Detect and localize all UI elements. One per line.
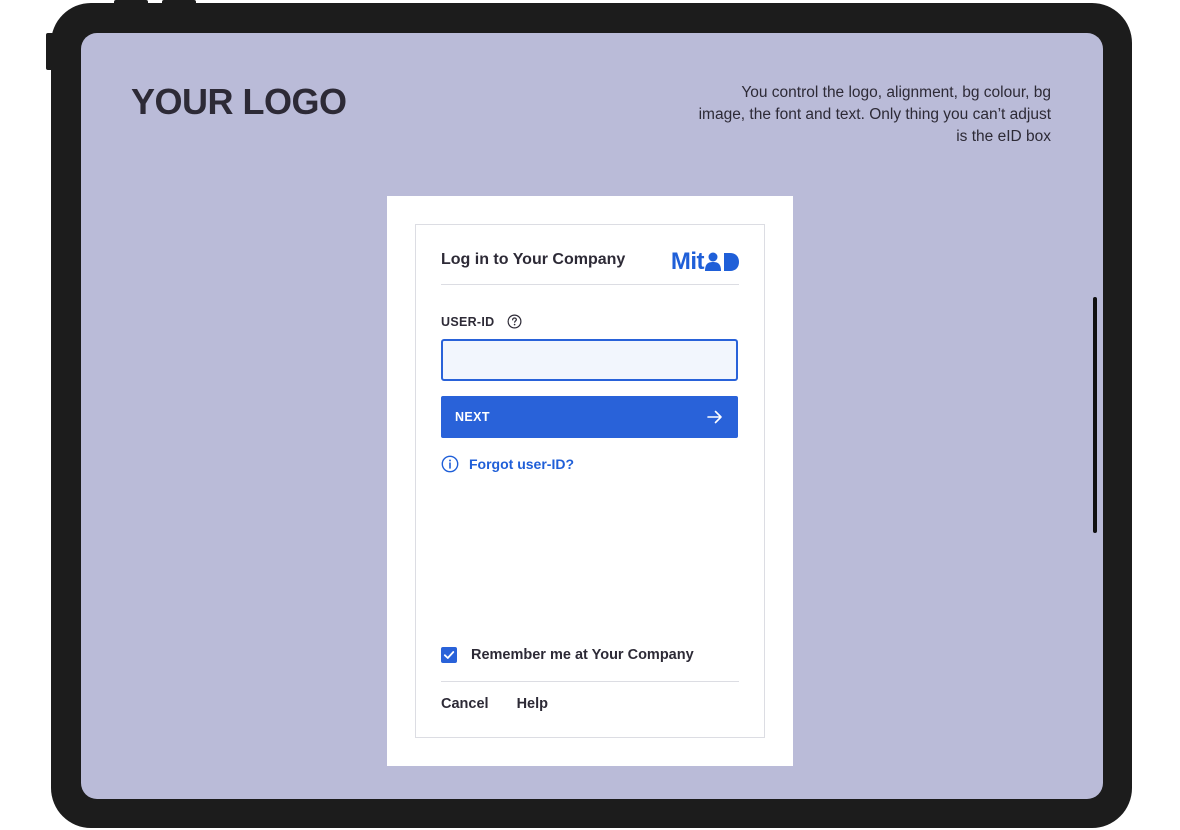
login-header: Log in to Your Company Mit	[441, 244, 739, 285]
mitid-logo: Mit	[671, 248, 739, 276]
next-button[interactable]: NEXT	[441, 396, 738, 438]
remember-me-row[interactable]: Remember me at Your Company	[441, 647, 694, 663]
footer-divider	[441, 681, 739, 682]
footer-links: Cancel Help	[441, 696, 576, 712]
checkmark-icon	[443, 651, 455, 659]
scrollbar[interactable]	[1093, 297, 1097, 533]
login-card: Log in to Your Company Mit USER-ID NEXT …	[415, 224, 765, 738]
user-id-label-row: USER-ID	[441, 314, 522, 329]
cancel-link[interactable]: Cancel	[441, 696, 489, 712]
tablet-screen: YOUR LOGO You control the logo, alignmen…	[81, 33, 1103, 799]
mitid-logo-text: Mit	[670, 248, 705, 275]
company-logo: YOUR LOGO	[131, 81, 347, 122]
next-button-label: NEXT	[455, 410, 490, 424]
user-id-input[interactable]	[441, 339, 738, 381]
info-circle-icon	[441, 455, 459, 473]
person-id-icon	[705, 252, 739, 271]
remember-me-checkbox[interactable]	[441, 647, 457, 663]
forgot-user-id-link[interactable]: Forgot user-ID?	[441, 455, 574, 473]
user-id-label: USER-ID	[441, 314, 495, 329]
forgot-user-id-label: Forgot user-ID?	[469, 456, 574, 472]
remember-me-label: Remember me at Your Company	[471, 647, 694, 663]
login-title: Log in to Your Company	[441, 251, 626, 268]
eid-box: Log in to Your Company Mit USER-ID NEXT …	[387, 196, 793, 766]
question-circle-icon[interactable]	[507, 314, 522, 329]
help-link[interactable]: Help	[517, 696, 548, 712]
customization-note: You control the logo, alignment, bg colo…	[698, 84, 1051, 145]
arrow-right-icon	[707, 410, 722, 424]
